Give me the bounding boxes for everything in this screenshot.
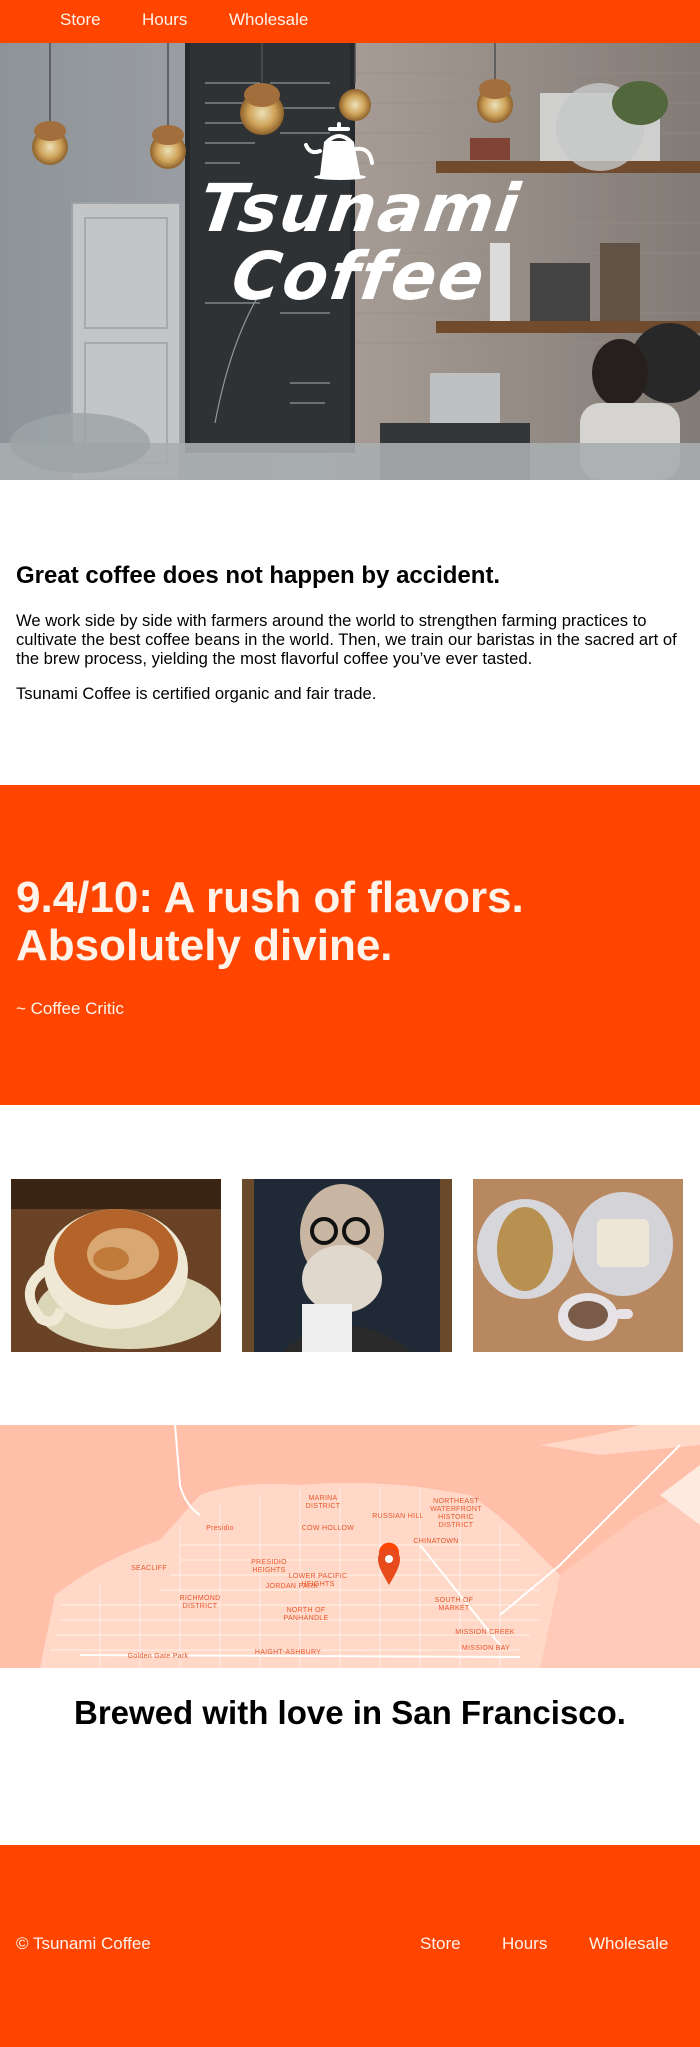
map-label-north-panhandle: NORTH OF PANHANDLE (283, 1607, 329, 1622)
hero-logo-text: Tsunami Coffee (195, 170, 526, 315)
hero-logo-line1: Tsunami (194, 170, 526, 247)
nav-store-link[interactable]: Store (60, 9, 101, 30)
map-label-chinatown: CHINATOWN (413, 1538, 459, 1545)
map-label-south-market: SOUTH OF MARKET (434, 1597, 474, 1612)
map-label-mission-bay: MISSION BAY (461, 1645, 511, 1652)
intro-heading: Great coffee does not happen by accident… (16, 562, 501, 589)
map-label-mission-creek: MISSION CREEK (455, 1629, 515, 1636)
map-label-golden-gate-park: Golden Gate Park (127, 1653, 189, 1660)
latte-photo (11, 1179, 221, 1352)
hero-logo-line2: Coffee (227, 238, 491, 315)
intro-paragraph: We work side by side with farmers around… (16, 611, 677, 668)
breakfast-photo (473, 1179, 683, 1352)
map-label-cow-hollow: COW HOLLOW (301, 1525, 355, 1532)
hero-banner: Tsunami Coffee (0, 43, 700, 480)
footer: © Tsunami Coffee Store Hours Wholesale (0, 1845, 700, 2047)
top-nav: Store Hours Wholesale (0, 0, 700, 43)
nav-wholesale-link[interactable]: Wholesale (229, 9, 308, 30)
photo-gallery (0, 1105, 700, 1425)
footer-copyright: © Tsunami Coffee (16, 1934, 151, 1953)
intro-section: Great coffee does not happen by accident… (0, 480, 700, 785)
review-quote: 9.4/10: A rush of flavors. Absolutely di… (16, 873, 524, 970)
location-map[interactable]: MARINA DISTRICT NORTHEAST WATERFRONT HIS… (0, 1425, 700, 1668)
nav-hours-link[interactable]: Hours (142, 9, 187, 30)
footer-hours-link[interactable]: Hours (502, 1934, 547, 1954)
certification-paragraph: Tsunami Coffee is certified organic and … (16, 684, 377, 703)
map-label-presidio: Presidio (206, 1525, 234, 1532)
map-label-haight-ashbury: HAIGHT-ASHBURY (254, 1649, 322, 1656)
footer-wholesale-link[interactable]: Wholesale (589, 1934, 668, 1954)
review-attribution: ~ Coffee Critic (16, 999, 124, 1018)
map-label-northeast: NORTHEAST WATERFRONT HISTORIC DISTRICT (430, 1498, 482, 1529)
san-francisco-map (0, 1425, 700, 1668)
map-label-russian-hill: RUSSIAN HILL (372, 1513, 424, 1520)
location-section: Brewed with love in San Francisco. (0, 1668, 700, 1845)
location-heading: Brewed with love in San Francisco. (74, 1694, 626, 1731)
map-label-richmond: RICHMOND DISTRICT (179, 1595, 221, 1610)
review-section: 9.4/10: A rush of flavors. Absolutely di… (0, 785, 700, 1105)
footer-store-link[interactable]: Store (420, 1934, 461, 1954)
map-label-jordan-park: JORDAN PARK (265, 1583, 319, 1590)
map-label-marina: MARINA DISTRICT (305, 1495, 341, 1510)
map-label-seacliff: SEACLIFF (131, 1565, 167, 1572)
customer-portrait-photo (242, 1179, 452, 1352)
